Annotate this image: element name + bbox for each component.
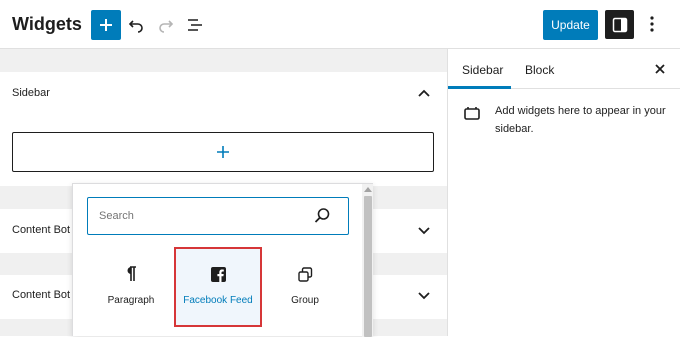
search-input[interactable]	[99, 207, 299, 225]
tab-block[interactable]: Block	[525, 63, 554, 77]
plus-icon	[100, 19, 112, 31]
block-label: Paragraph	[107, 295, 155, 306]
scrollbar-thumb[interactable]	[364, 196, 372, 337]
chevron-up-icon[interactable]	[418, 89, 430, 97]
block-label: Group	[291, 295, 319, 306]
options-menu-button[interactable]	[642, 12, 662, 36]
widget-area-title[interactable]: Content Bot	[12, 224, 70, 236]
scroll-up-arrow-icon[interactable]	[364, 186, 372, 192]
add-block-button[interactable]	[91, 10, 121, 40]
widget-area-title[interactable]: Sidebar	[12, 87, 50, 99]
widget-area-title[interactable]: Content Bot	[12, 289, 70, 301]
update-button[interactable]: Update	[543, 10, 598, 40]
more-options-icon	[650, 16, 654, 32]
block-label: Facebook Feed	[183, 295, 253, 306]
sidebar-toggle-icon	[612, 17, 627, 32]
list-view-icon	[188, 19, 202, 31]
close-icon[interactable]	[654, 63, 666, 75]
widget-area-icon	[464, 107, 480, 120]
undo-icon	[128, 20, 143, 33]
block-facebook-feed[interactable]: Facebook Feed	[174, 247, 262, 327]
settings-tabs: Sidebar Block	[448, 49, 680, 89]
chevron-down-icon[interactable]	[418, 292, 430, 300]
search-icon	[314, 208, 330, 223]
widget-area-description: Add widgets here to appear in your sideb…	[495, 105, 666, 135]
block-group[interactable]: Group	[261, 247, 349, 327]
page-title: Widgets	[12, 14, 82, 34]
facebook-icon	[209, 265, 227, 283]
group-icon	[296, 265, 314, 283]
editor-header: Widgets Update	[0, 0, 680, 49]
paragraph-icon	[122, 265, 140, 283]
settings-sidebar: Sidebar Block Add widgets here to appear…	[448, 49, 680, 336]
widget-area-sidebar: Sidebar	[0, 72, 447, 186]
list-view-button[interactable]	[183, 13, 207, 37]
active-tab-indicator	[448, 86, 511, 89]
tab-sidebar[interactable]: Sidebar	[462, 63, 503, 77]
block-inserter-popover: Paragraph Facebook Feed Group	[72, 183, 373, 337]
block-paragraph[interactable]: Paragraph	[87, 247, 175, 327]
undo-button[interactable]	[124, 13, 148, 37]
chevron-down-icon[interactable]	[418, 227, 430, 235]
block-search[interactable]	[87, 197, 349, 235]
redo-icon	[159, 20, 174, 33]
settings-toggle-button[interactable]	[605, 10, 634, 39]
plus-icon	[217, 146, 229, 158]
block-appender-button[interactable]	[12, 132, 434, 172]
redo-button[interactable]	[154, 13, 178, 37]
